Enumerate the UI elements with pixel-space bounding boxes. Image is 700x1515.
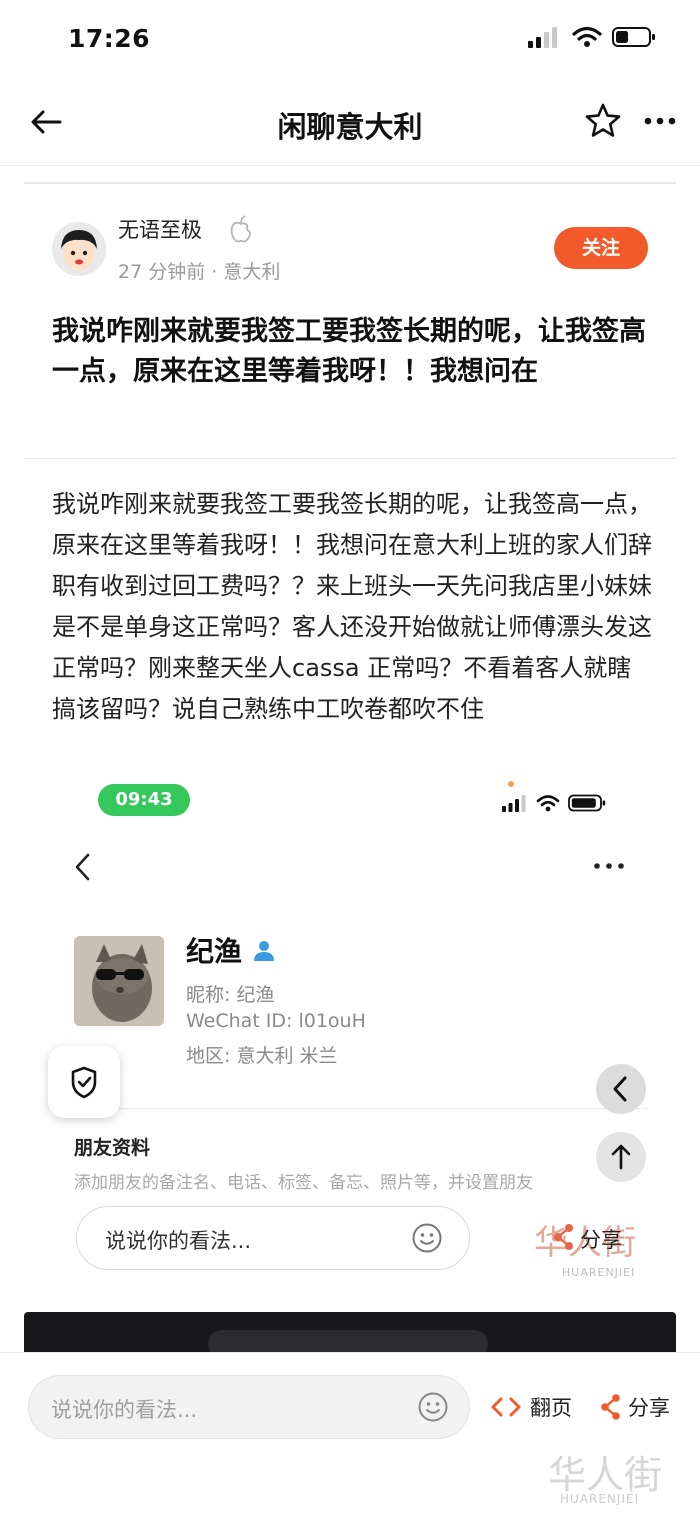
post-meta: 27 分钟前 · 意大利 (118, 261, 281, 283)
embedded-region: 地区: 意大利 米兰 (186, 1045, 338, 1067)
post-body: 我说咋刚来就要我签工要我签长期的呢，让我签高一点，原来在这里等着我呀！！我想问在… (52, 490, 652, 723)
embedded-time-pill: 09:43 (98, 784, 190, 816)
embedded-friend-desc: 添加朋友的备注名、电话、标签、备忘、照片等，并设置朋友 (74, 1173, 533, 1193)
next-image-preview (24, 1312, 676, 1352)
smile-icon (412, 1223, 442, 1253)
share-button[interactable]: 分享 (600, 1392, 670, 1422)
header-divider (24, 182, 676, 184)
watermark-logo: 华人街 (548, 1453, 663, 1497)
more-icon (594, 863, 624, 869)
embedded-wechat-id: WeChat ID: l01ouH (186, 1010, 366, 1032)
author-avatar[interactable] (52, 222, 106, 276)
embedded-nickname: 昵称: 纪渔 (186, 984, 275, 1006)
more-icon[interactable] (642, 106, 678, 136)
share-label: 分享 (628, 1396, 670, 1420)
embedded-share-label: 分享 (580, 1228, 622, 1252)
share-icon (554, 1224, 573, 1250)
smile-icon[interactable] (417, 1391, 449, 1423)
embedded-friend-title: 朋友资料 (74, 1137, 151, 1159)
apple-icon (230, 215, 252, 243)
follow-button[interactable]: 关注 (554, 227, 648, 269)
watermark-subtext: HUARENJIEI (562, 1266, 636, 1279)
embedded-comment-box: 说说你的看法... (76, 1206, 470, 1270)
chevron-left-icon (75, 853, 90, 881)
signal-icon (502, 794, 526, 812)
embedded-comment-placeholder: 说说你的看法... (105, 1229, 252, 1253)
watermark-subtext: HUARENJIEI (560, 1492, 640, 1506)
embedded-contact-name: 纪渔 (186, 935, 243, 968)
page-turn-button[interactable]: 翻页 (490, 1392, 572, 1422)
signal-icon (528, 27, 557, 48)
arrow-up-icon (611, 1144, 631, 1170)
wifi-icon (572, 26, 602, 47)
scroll-top-button[interactable] (596, 1132, 646, 1182)
embedded-status-dot (508, 781, 514, 787)
author-name[interactable]: 无语至极 (118, 214, 202, 244)
battery-icon (568, 794, 606, 812)
person-icon (254, 941, 274, 961)
post-title: 我说咋刚来就要我签工要我签长期的呢，让我签高一点，原来在这里等着我呀！！我想问在 (52, 316, 646, 387)
comment-placeholder: 说说你的看法... (51, 1398, 198, 1422)
battery-icon (612, 27, 655, 47)
embedded-avatar (74, 936, 164, 1026)
chevron-left-icon (613, 1076, 627, 1102)
nav-bar: 闲聊意大利 (0, 80, 700, 166)
code-icon (491, 1397, 521, 1417)
scroll-back-button[interactable] (596, 1064, 646, 1114)
comment-input[interactable]: 说说你的看法... (28, 1375, 470, 1439)
embedded-divider (74, 1108, 648, 1109)
page-turn-label: 翻页 (530, 1396, 572, 1420)
shield-button[interactable] (48, 1046, 120, 1118)
star-icon[interactable] (584, 102, 622, 140)
wifi-icon (536, 795, 560, 812)
shield-icon (71, 1066, 97, 1099)
embedded-status-icons (502, 794, 606, 812)
status-time: 17:26 (68, 24, 151, 53)
share-icon (601, 1394, 620, 1420)
title-divider (24, 458, 676, 459)
status-icons (528, 26, 656, 48)
